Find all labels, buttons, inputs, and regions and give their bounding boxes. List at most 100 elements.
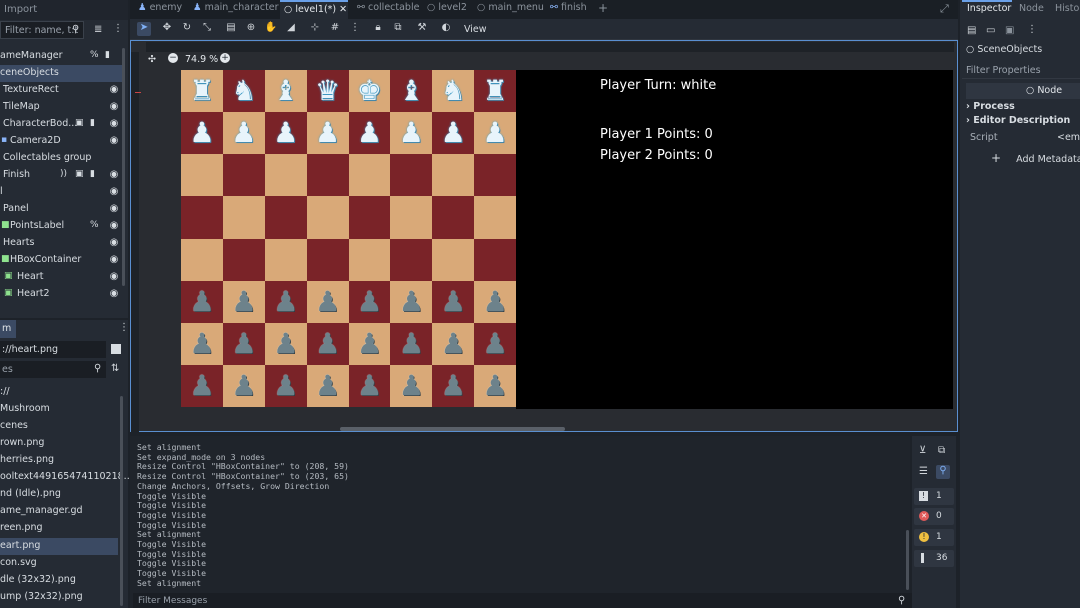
board-square[interactable]: ♟ [348, 112, 391, 155]
board-square[interactable]: ♟ [390, 322, 433, 365]
black-piece-icon[interactable]: ♟ [441, 329, 466, 358]
fs-item[interactable]: ame_manager.gd [0, 503, 118, 520]
black-piece-icon[interactable]: ♟ [399, 371, 424, 400]
fs-item[interactable]: rown.png [0, 435, 118, 452]
filter-options-icon[interactable]: ≣ [94, 24, 102, 35]
scene-dock-header[interactable]: Import [0, 0, 128, 20]
tab-inspector[interactable]: Inspector [967, 3, 1011, 14]
script-icon[interactable]: ▮ [90, 169, 95, 179]
white-piece-icon[interactable]: ♚ [357, 77, 382, 105]
board-square[interactable]: ♟ [348, 322, 391, 365]
visibility-toggle-icon[interactable]: ◐ [439, 22, 453, 36]
board-square[interactable]: ♟ [306, 112, 349, 155]
board-square[interactable]: ♟ [432, 322, 475, 365]
board-square[interactable]: ♟ [264, 322, 307, 365]
tab-enemy[interactable]: ♟ enemy [138, 2, 182, 18]
board-square[interactable] [474, 196, 516, 239]
board-square[interactable]: ♟ [348, 364, 391, 407]
black-piece-icon[interactable]: ♟ [399, 329, 424, 358]
white-piece-icon[interactable]: ♟ [273, 119, 298, 147]
board-square[interactable]: ♞ [222, 70, 265, 113]
board-square[interactable]: ♟ [474, 322, 516, 365]
black-piece-icon[interactable]: ♟ [231, 329, 256, 358]
board-square[interactable]: ♟ [222, 280, 265, 323]
tab-level2[interactable]: ○ level2 [427, 2, 467, 18]
tab-history[interactable]: Histor [1055, 3, 1080, 14]
visibility-eye-icon[interactable]: ◉ [108, 254, 120, 266]
zoom-level[interactable]: 74.9 % [185, 54, 218, 65]
tree-item-tilemap[interactable]: TileMap ◉ [0, 99, 122, 116]
black-piece-icon[interactable]: ♟ [357, 287, 382, 316]
fs-item[interactable]: :// [0, 384, 118, 401]
black-piece-icon[interactable]: ♟ [189, 371, 214, 400]
warning-filter-toggle[interactable]: ! 1 [914, 529, 954, 546]
board-square[interactable] [222, 238, 265, 281]
board-square[interactable] [264, 238, 307, 281]
board-square[interactable]: ♟ [390, 112, 433, 155]
board-square[interactable]: ♟ [474, 112, 516, 155]
board-square[interactable]: ♟ [348, 280, 391, 323]
tab-main-character[interactable]: ♟ main_character [193, 2, 279, 18]
filesystem-path-field[interactable]: ://heart.png [0, 341, 106, 358]
pan-tool-icon[interactable]: ✋ [264, 22, 278, 36]
white-piece-icon[interactable]: ♟ [483, 119, 508, 147]
black-piece-icon[interactable]: ♟ [315, 329, 340, 358]
board-square[interactable]: ♟ [432, 280, 475, 323]
log-filter-toggle[interactable]: ! 1 [914, 488, 954, 505]
board-square[interactable]: ♟ [222, 322, 265, 365]
bone-icon[interactable]: ⚒ [415, 22, 429, 36]
board-square[interactable] [348, 154, 391, 197]
board-square[interactable]: ♟ [306, 364, 349, 407]
board-square[interactable] [348, 238, 391, 281]
black-piece-icon[interactable]: ♟ [273, 329, 298, 358]
scene-dock-scrollbar[interactable] [122, 48, 125, 286]
board-square[interactable]: ♟ [222, 364, 265, 407]
pivot-tool-icon[interactable]: ⊕ [244, 22, 258, 36]
visibility-eye-icon[interactable]: ◉ [108, 101, 120, 113]
black-piece-icon[interactable]: ♟ [483, 329, 508, 358]
search-toggle-icon[interactable]: ⚲ [936, 465, 950, 479]
inspector-menu-icon[interactable]: ⋮ [1027, 24, 1037, 35]
black-piece-icon[interactable]: ♟ [483, 287, 508, 316]
board-square[interactable] [474, 238, 516, 281]
board-square[interactable]: ♟ [181, 112, 223, 155]
black-piece-icon[interactable]: ♟ [231, 287, 256, 316]
tree-item-characterbody[interactable]: CharacterBod... ▣ ▮ ◉ [0, 116, 122, 133]
sort-icon[interactable]: ⇅ [111, 363, 119, 374]
black-piece-icon[interactable]: ♟ [399, 287, 424, 316]
save-icon[interactable]: ▣ [1005, 25, 1014, 36]
fs-item[interactable]: Mushroom [0, 401, 118, 418]
board-square[interactable] [390, 238, 433, 281]
zoom-in-icon[interactable]: + [220, 53, 230, 63]
visibility-eye-icon[interactable]: ◉ [108, 169, 120, 181]
kebab-menu-icon[interactable]: ⋮ [113, 23, 123, 34]
white-piece-icon[interactable]: ♟ [189, 119, 214, 147]
tab-finish[interactable]: ⚯ finish [550, 2, 587, 18]
board-square[interactable] [181, 154, 223, 197]
board-square[interactable] [390, 154, 433, 197]
chess-board[interactable]: ♜ ♞ ♝ ♛ ♚ ♝ ♞ ♜ ♟ ♟ ♟ ♟ ♟ ♟ ♟ ♟ ♟ ♟ ♟ ♟ ♟ ♟ ♟ ♟ ♟ ♟ ♟ ♟ ♟ ♟ ♟ ♟ ♟ ♟ ♟ ♟ ♟ ♟ ♟ ♟ [181, 70, 516, 407]
board-square[interactable] [474, 154, 516, 197]
dock-menu-icon[interactable]: ⋮ [119, 322, 129, 333]
script-icon[interactable]: ▮ [90, 118, 95, 128]
board-square[interactable] [390, 196, 433, 239]
tree-item-panel[interactable]: Panel ◉ [0, 201, 122, 218]
fs-item[interactable]: reen.png [0, 520, 118, 537]
board-square[interactable]: ♟ [390, 280, 433, 323]
black-piece-icon[interactable]: ♟ [357, 329, 382, 358]
visibility-eye-icon[interactable]: ◉ [108, 118, 120, 130]
visibility-eye-icon[interactable]: ◉ [108, 135, 120, 147]
board-square[interactable]: ♟ [264, 112, 307, 155]
board-square[interactable]: ♟ [264, 280, 307, 323]
black-piece-icon[interactable]: ♟ [441, 371, 466, 400]
white-piece-icon[interactable]: ♟ [399, 119, 424, 147]
board-square[interactable] [222, 154, 265, 197]
tree-item-canvaslayer[interactable]: l ◉ [0, 184, 122, 201]
fs-item[interactable]: con.svg [0, 555, 118, 572]
visibility-eye-icon[interactable]: ◉ [108, 271, 120, 283]
collapse-icon[interactable]: ☰ [919, 466, 928, 477]
fs-item[interactable]: nd (Idle).png [0, 486, 118, 503]
black-piece-icon[interactable]: ♟ [315, 371, 340, 400]
board-square[interactable]: ♝ [390, 70, 433, 113]
fs-item[interactable]: ooltext449165474110218... [0, 469, 133, 486]
